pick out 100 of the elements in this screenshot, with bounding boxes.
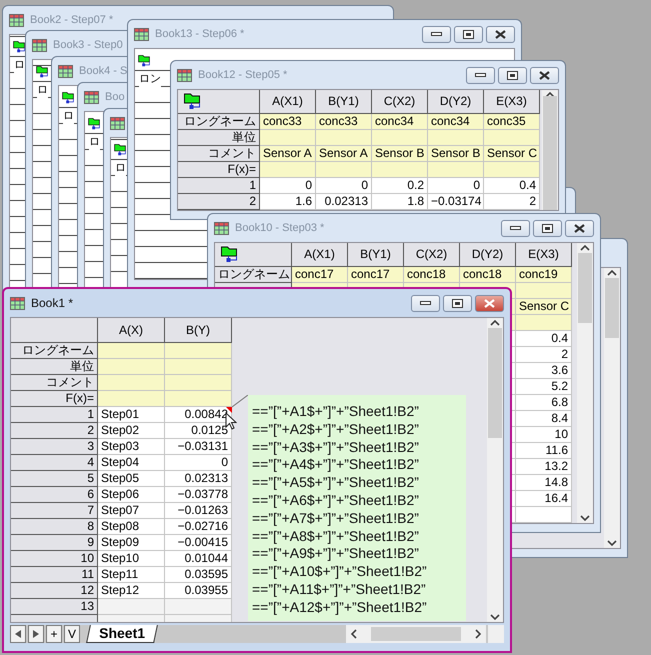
window-title: Book13 - Step06 * <box>155 28 244 40</box>
folder-icon[interactable] <box>219 245 239 263</box>
column-header[interactable]: D(Y2) <box>428 90 484 114</box>
scroll-down-icon[interactable] <box>607 538 617 548</box>
close-button[interactable] <box>530 66 559 84</box>
column-header[interactable]: C(X2) <box>404 243 460 267</box>
folder-icon[interactable] <box>87 116 101 130</box>
minimize-icon <box>420 300 431 306</box>
formula-text: ==”[”+A8$+”]”+”Sheet1!B2” <box>252 528 419 546</box>
scroll-thumb[interactable] <box>605 278 619 338</box>
table-cell: Step12 <box>98 583 165 599</box>
scroll-up-icon[interactable] <box>545 90 555 96</box>
window-title: Book2 - Step07 * <box>30 14 114 26</box>
column-header[interactable]: A(X1) <box>260 90 316 114</box>
table-cell: 0.02313 <box>165 471 232 487</box>
horizontal-scrollbar[interactable] <box>346 625 486 643</box>
column-header[interactable]: B(Y1) <box>316 90 372 114</box>
minimize-button[interactable] <box>422 26 451 42</box>
row-number: 13 <box>11 599 98 615</box>
vertical-scrollbar[interactable] <box>487 318 503 622</box>
table-cell: 0.03595 <box>165 567 232 583</box>
row-label: F(x)= <box>178 162 260 178</box>
spreadsheet-icon <box>214 222 229 234</box>
row-number: 6 <box>11 487 98 503</box>
row-label: コメント <box>11 375 98 391</box>
scroll-thumb[interactable] <box>578 253 592 323</box>
folder-icon[interactable] <box>61 90 75 104</box>
table-cell: 8.4 <box>516 411 572 427</box>
table-cell <box>428 130 484 146</box>
table-cell <box>484 162 540 178</box>
maximize-button[interactable] <box>443 294 472 312</box>
scroll-thumb[interactable] <box>543 96 557 210</box>
folder-icon[interactable] <box>182 92 202 110</box>
column-header[interactable]: B(Y1) <box>348 243 404 267</box>
maximize-button[interactable] <box>498 66 527 84</box>
table-cell: Sensor B <box>372 146 428 162</box>
scroll-up-icon[interactable] <box>490 318 500 328</box>
spreadsheet-icon <box>134 28 149 40</box>
vertical-scrollbar[interactable] <box>577 243 593 523</box>
scroll-thumb[interactable] <box>488 328 502 438</box>
vertical-scrollbar[interactable] <box>542 90 558 210</box>
maximize-button[interactable] <box>454 26 483 42</box>
table-cell: −0.02716 <box>165 519 232 535</box>
table-cell: Sensor B <box>428 146 484 162</box>
spreadsheet-icon <box>32 38 47 52</box>
scroll-thumb[interactable] <box>371 627 461 641</box>
table-cell <box>98 375 165 391</box>
scroll-down-icon[interactable] <box>580 513 590 523</box>
column-header[interactable]: A(X) <box>98 318 165 343</box>
sheet-nav-button[interactable]: + <box>46 625 62 643</box>
row-number: 12 <box>11 583 98 599</box>
folder-icon[interactable] <box>35 64 49 78</box>
table-cell: conc17 <box>292 267 348 283</box>
column-header[interactable]: E(X3) <box>516 243 572 267</box>
scroll-right-icon[interactable] <box>473 629 483 639</box>
scroll-up-icon[interactable] <box>607 268 617 278</box>
row-label: コメント <box>178 146 260 162</box>
table-cell: −0.01263 <box>165 503 232 519</box>
close-button[interactable] <box>565 220 594 236</box>
table-cell: Step09 <box>98 535 165 551</box>
previous-sheet-button[interactable] <box>10 625 26 643</box>
column-header[interactable]: D(Y2) <box>460 243 516 267</box>
vertical-scrollbar[interactable] <box>604 268 620 548</box>
maximize-icon <box>452 298 463 308</box>
formula-text: ==”[”+A5$+”]”+”Sheet1!B2” <box>252 474 419 492</box>
maximize-button[interactable] <box>533 220 562 236</box>
table-cell: Step11 <box>98 567 165 583</box>
formula-text: ==”[”+A7$+”]”+”Sheet1!B2” <box>252 510 419 528</box>
table-cell: conc35 <box>484 114 540 130</box>
minimize-icon <box>510 226 521 230</box>
close-icon <box>484 298 495 308</box>
table-cell <box>484 130 540 146</box>
minimize-button[interactable] <box>466 66 495 84</box>
scroll-down-icon[interactable] <box>490 612 500 622</box>
column-header[interactable]: A(X1) <box>292 243 348 267</box>
sheet-nav-button[interactable]: V <box>64 625 80 643</box>
workbook-window[interactable] <box>2 287 512 653</box>
next-sheet-button[interactable] <box>28 625 44 643</box>
close-icon <box>495 30 506 38</box>
folder-icon[interactable] <box>12 40 26 52</box>
resize-grip[interactable] <box>488 625 504 643</box>
table-cell: 0 <box>316 178 372 194</box>
table-cell: conc18 <box>460 267 516 283</box>
spreadsheet-icon <box>177 68 192 82</box>
close-button[interactable] <box>486 26 515 42</box>
row-number: 4 <box>11 455 98 471</box>
folder-icon[interactable] <box>137 54 151 66</box>
table-cell: conc18 <box>404 267 460 283</box>
sheet-tab[interactable]: Sheet1 <box>86 625 158 643</box>
table-cell <box>516 283 572 299</box>
table-cell: 0.0125 <box>165 423 232 439</box>
table-cell <box>516 315 572 331</box>
column-header[interactable]: C(X2) <box>372 90 428 114</box>
scroll-left-icon[interactable] <box>349 629 359 639</box>
column-header[interactable]: E(X3) <box>484 90 540 114</box>
minimize-button[interactable] <box>411 294 440 312</box>
folder-icon[interactable] <box>113 142 127 156</box>
minimize-button[interactable] <box>501 220 530 236</box>
column-header[interactable]: B(Y) <box>165 318 232 343</box>
scroll-up-icon[interactable] <box>580 243 590 253</box>
